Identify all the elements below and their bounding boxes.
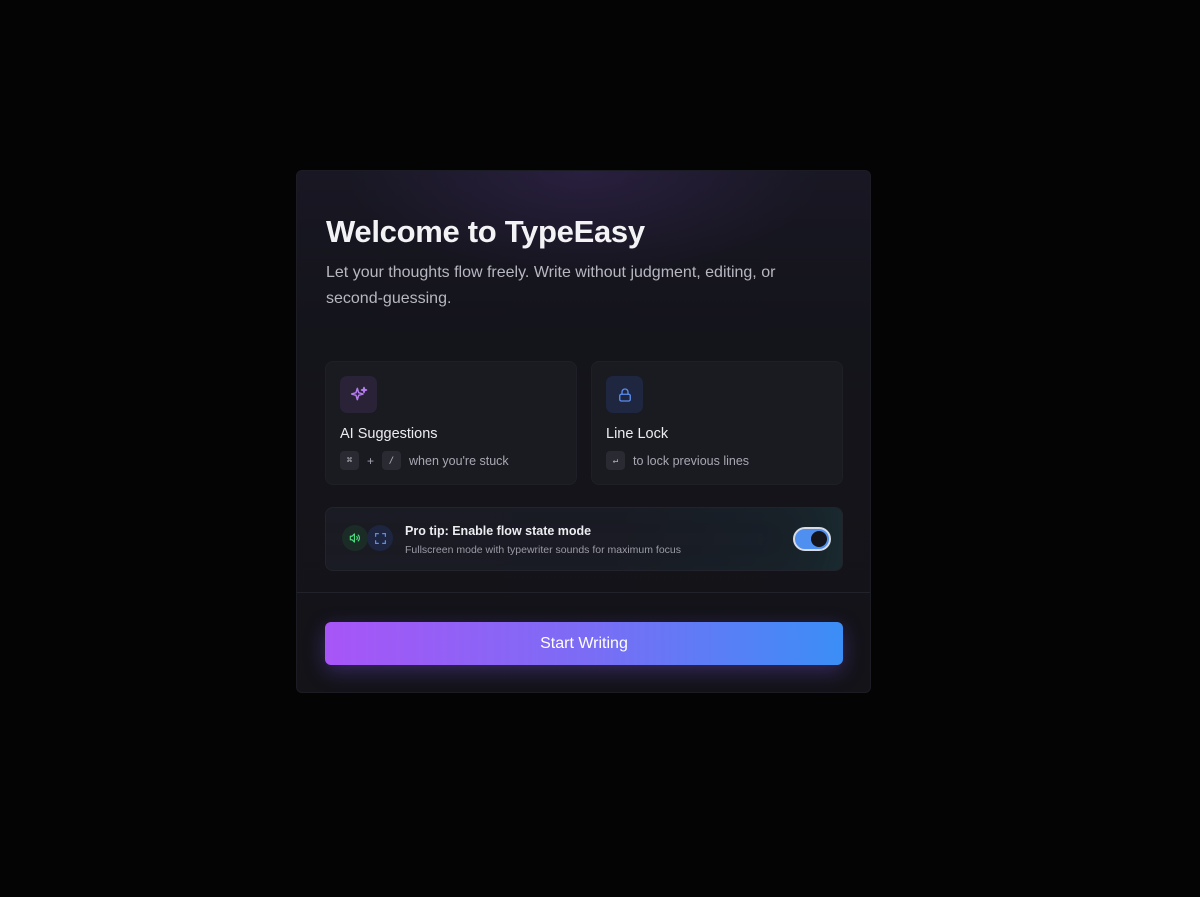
footer-divider — [297, 592, 870, 593]
feature-hint: ⌘ + / when you're stuck — [340, 451, 509, 470]
pro-tip-banner: Pro tip: Enable flow state mode Fullscre… — [325, 507, 843, 571]
feature-title: Line Lock — [606, 426, 669, 442]
key-separator: + — [367, 453, 375, 468]
command-key: ⌘ — [340, 451, 359, 470]
welcome-modal: Welcome to TypeEasy Let your thoughts fl… — [296, 170, 871, 693]
feature-title: AI Suggestions — [340, 426, 438, 442]
feature-card-ai-suggestions: AI Suggestions ⌘ + / when you're stuck — [325, 361, 577, 485]
feature-hint: ↵ to lock previous lines — [606, 451, 749, 470]
toggle-knob — [811, 531, 827, 547]
feature-hint-text: when you're stuck — [409, 453, 509, 468]
fullscreen-icon — [367, 525, 393, 551]
sparkles-icon — [340, 376, 377, 413]
speaker-icon — [342, 525, 368, 551]
modal-subtitle: Let your thoughts flow freely. Write wit… — [326, 264, 776, 307]
enter-key: ↵ — [606, 451, 625, 470]
feature-card-line-lock: Line Lock ↵ to lock previous lines — [591, 361, 843, 485]
feature-hint-text: to lock previous lines — [633, 453, 750, 468]
tip-subtitle: Fullscreen mode with typewriter sounds f… — [405, 544, 682, 556]
lock-icon — [606, 376, 643, 413]
tip-title: Pro tip: Enable flow state mode — [405, 524, 592, 538]
slash-key: / — [382, 451, 402, 470]
start-writing-button[interactable]: Start Writing — [325, 622, 843, 665]
flow-state-toggle[interactable] — [793, 527, 831, 551]
modal-title: Welcome to TypeEasy — [326, 214, 645, 249]
